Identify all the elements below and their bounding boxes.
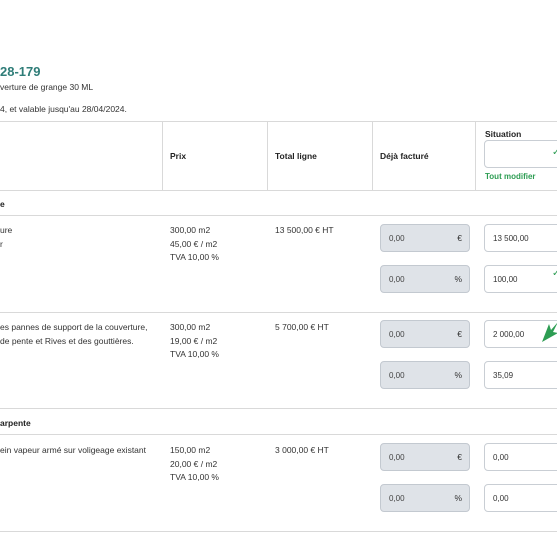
row-description: ein vapeur armé sur voligeage existant xyxy=(0,445,146,455)
situation-amount-input[interactable]: 0,00 xyxy=(484,443,557,471)
row-description: ure r xyxy=(0,225,13,249)
document-title: 28-179 xyxy=(0,64,41,79)
check-icon: ✓ xyxy=(552,268,557,279)
invoiced-amount-field: 0,00 € xyxy=(380,443,470,471)
invoiced-percent-field: 0,00 % xyxy=(380,361,470,389)
invoiced-percent-field: 0,00 % xyxy=(380,484,470,512)
header-situation: Situation xyxy=(485,129,522,139)
column-divider xyxy=(475,121,476,190)
invoiced-amount-field: 0,00 € xyxy=(380,320,470,348)
section-border xyxy=(0,434,557,435)
situation-bulk-input[interactable]: ✓ xyxy=(484,140,557,168)
column-divider xyxy=(162,121,163,190)
invoiced-amount-field: 0,00 € xyxy=(380,224,470,252)
check-icon: ✓ xyxy=(552,147,557,158)
section-label: arpente xyxy=(0,418,31,428)
table-top-border xyxy=(0,121,557,122)
situation-percent-input[interactable]: 0,00 xyxy=(484,484,557,512)
document-subtitle: verture de grange 30 ML xyxy=(0,82,94,92)
row-price: 150,00 m2 20,00 € / m2 TVA 10,00 % xyxy=(170,445,219,482)
row-price: 300,00 m2 19,00 € / m2 TVA 10,00 % xyxy=(170,322,219,359)
column-divider xyxy=(372,121,373,190)
row-border xyxy=(0,531,557,532)
cursor-arrow-icon xyxy=(542,323,557,342)
invoiced-percent-field: 0,00 % xyxy=(380,265,470,293)
header-already-invoiced: Déjà facturé xyxy=(380,151,429,161)
row-description: es pannes de support de la couverture, d… xyxy=(0,322,148,346)
document-validity: 4, et valable jusqu'au 28/04/2024. xyxy=(0,104,127,114)
row-border xyxy=(0,408,557,409)
table-header-border xyxy=(0,190,557,191)
row-total: 3 000,00 € HT xyxy=(275,445,329,455)
row-total: 5 700,00 € HT xyxy=(275,322,329,332)
row-total: 13 500,00 € HT xyxy=(275,225,334,235)
row-border xyxy=(0,312,557,313)
edit-all-link[interactable]: Tout modifier xyxy=(485,172,536,181)
section-border xyxy=(0,215,557,216)
header-price: Prix xyxy=(170,151,187,161)
row-price: 300,00 m2 45,00 € / m2 TVA 10,00 % xyxy=(170,225,219,262)
column-divider xyxy=(267,121,268,190)
header-line-total: Total ligne xyxy=(275,151,317,161)
situation-amount-input[interactable]: 13 500,00 xyxy=(484,224,557,252)
situation-percent-input[interactable]: 35,09 xyxy=(484,361,557,389)
situation-percent-input[interactable]: 100,00 ✓ xyxy=(484,265,557,293)
section-label: e xyxy=(0,199,5,209)
